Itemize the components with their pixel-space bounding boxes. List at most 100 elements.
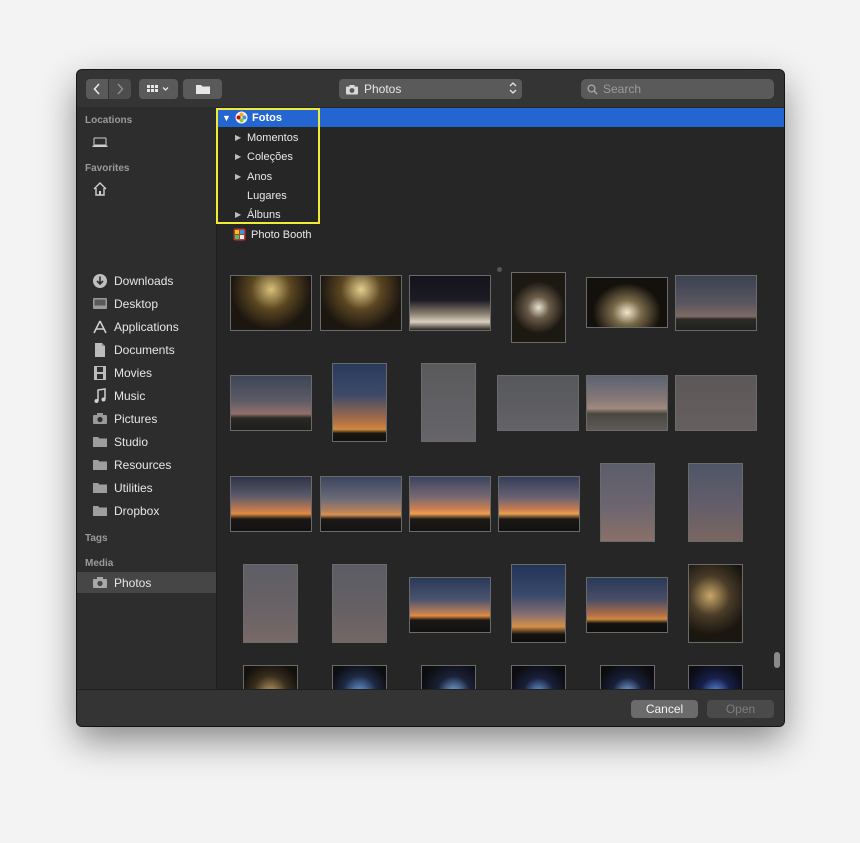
toolbar: Photos Search xyxy=(77,70,784,108)
splitter-handle[interactable] xyxy=(497,267,502,272)
tree-item-colecoes[interactable]: ▶ Coleções xyxy=(217,147,784,166)
sidebar-item-movies[interactable]: Movies xyxy=(77,362,216,383)
forward-button[interactable] xyxy=(109,79,131,99)
photo-thumbnail[interactable] xyxy=(497,375,579,431)
sidebar-item-label: Applications xyxy=(114,319,179,334)
photo-thumbnail[interactable] xyxy=(688,665,743,689)
photos-library-tree: ▼ Fotos ▶ Momentos ▶ Coleções ▶ Anos Lug… xyxy=(217,107,784,267)
photo-thumbnail[interactable] xyxy=(409,476,491,532)
tree-item-label: Fotos xyxy=(252,111,282,124)
sidebar-item-label: Resources xyxy=(114,457,172,472)
photo-thumbnail[interactable] xyxy=(320,275,402,331)
sidebar-item-photos[interactable]: Photos xyxy=(77,572,216,593)
photo-thumbnail[interactable] xyxy=(688,463,743,542)
camera-icon xyxy=(92,575,108,591)
sidebar-item-downloads[interactable]: Downloads xyxy=(77,270,216,291)
photo-thumbnail[interactable] xyxy=(586,277,668,328)
sidebar-item-desktop[interactable]: Desktop xyxy=(77,293,216,314)
photo-thumbnail[interactable] xyxy=(600,463,655,542)
photo-thumbnail[interactable] xyxy=(409,275,491,331)
search-placeholder: Search xyxy=(603,82,642,96)
disclosure-collapsed-icon[interactable]: ▶ xyxy=(235,172,241,181)
home-icon xyxy=(92,181,108,197)
photo-thumbnail[interactable] xyxy=(511,665,566,689)
view-options-button[interactable] xyxy=(139,79,178,99)
sidebar-item-label: Pictures xyxy=(114,411,158,426)
photo-thumbnail[interactable] xyxy=(320,476,402,532)
disclosure-collapsed-icon[interactable]: ▶ xyxy=(235,210,241,219)
applications-icon xyxy=(92,319,108,335)
photo-thumbnail[interactable] xyxy=(511,564,566,643)
photo-thumbnail[interactable] xyxy=(243,564,298,643)
photo-thumbnail[interactable] xyxy=(675,275,757,331)
photo-thumbnail[interactable] xyxy=(688,564,743,643)
sidebar-item-resources[interactable]: Resources xyxy=(77,454,216,475)
tree-item-momentos[interactable]: ▶ Momentos xyxy=(217,128,784,147)
photo-thumbnail[interactable] xyxy=(243,665,298,689)
sidebar-item-label: Dropbox xyxy=(114,503,160,518)
sidebar-item-label: Downloads xyxy=(114,273,174,288)
photo-thumbnail[interactable] xyxy=(332,665,387,689)
sidebar-item-pictures[interactable]: Pictures xyxy=(77,408,216,429)
sidebar-item-computer[interactable] xyxy=(77,131,216,152)
photo-thumbnail[interactable] xyxy=(230,375,312,431)
sidebar-item-studio[interactable]: Studio xyxy=(77,431,216,452)
folder-icon xyxy=(92,503,108,519)
photos-app-icon xyxy=(235,111,248,127)
folder-icon xyxy=(92,480,108,496)
section-header-locations: Locations xyxy=(85,115,133,126)
photo-thumbnail[interactable] xyxy=(332,363,387,442)
sidebar-item-label: Studio xyxy=(114,434,149,449)
location-popup[interactable]: Photos xyxy=(339,79,522,99)
photo-thumbnail[interactable] xyxy=(409,577,491,633)
sidebar-item-documents[interactable]: Documents xyxy=(77,339,216,360)
sidebar-item-dropbox[interactable]: Dropbox xyxy=(77,500,216,521)
sidebar-item-label: Movies xyxy=(114,365,153,380)
scrollbar-thumb[interactable] xyxy=(774,652,780,668)
disclosure-collapsed-icon[interactable]: ▶ xyxy=(235,152,241,161)
folder-icon xyxy=(92,457,108,473)
movies-icon xyxy=(92,365,108,381)
photo-thumbnail[interactable] xyxy=(586,375,668,431)
sidebar-item-utilities[interactable]: Utilities xyxy=(77,477,216,498)
sidebar-item-label: Utilities xyxy=(114,480,153,495)
tree-item-albuns[interactable]: ▶ Álbuns xyxy=(217,205,784,224)
downloads-icon xyxy=(92,273,108,289)
photo-thumbnail[interactable] xyxy=(675,375,757,431)
tree-item-label: Photo Booth xyxy=(251,228,312,241)
cancel-button[interactable]: Cancel xyxy=(631,700,698,718)
disclosure-collapsed-icon[interactable]: ▶ xyxy=(235,133,241,142)
sidebar-item-music[interactable]: Music xyxy=(77,385,216,406)
sidebar-item-label: Music xyxy=(114,388,146,403)
disclosure-expanded-icon: ▼ xyxy=(222,112,231,123)
photo-thumbnail[interactable] xyxy=(421,363,476,442)
section-header-media: Media xyxy=(85,558,114,569)
photo-thumbnail[interactable] xyxy=(421,665,476,689)
laptop-icon xyxy=(92,134,108,150)
music-icon xyxy=(92,387,108,404)
sidebar-item-home[interactable] xyxy=(77,178,216,199)
sidebar-item-label: Photos xyxy=(114,575,152,590)
sidebar-item-applications[interactable]: Applications xyxy=(77,316,216,337)
photo-thumbnail[interactable] xyxy=(230,476,312,532)
section-header-favorites: Favorites xyxy=(85,163,130,174)
photo-thumbnail[interactable] xyxy=(498,476,580,532)
photo-thumbnail[interactable] xyxy=(511,272,566,343)
photo-thumbnail[interactable] xyxy=(332,564,387,643)
tree-item-anos[interactable]: ▶ Anos xyxy=(217,167,784,186)
photo-thumbnail[interactable] xyxy=(586,577,668,633)
dialog-footer: Cancel Open xyxy=(77,689,784,726)
tree-item-photo-booth[interactable]: Photo Booth xyxy=(217,225,784,244)
photo-thumbnail[interactable] xyxy=(600,665,655,689)
section-header-tags: Tags xyxy=(85,533,108,544)
photo-thumbnail[interactable] xyxy=(230,275,312,331)
open-button[interactable]: Open xyxy=(707,700,774,718)
tree-item-lugares[interactable]: Lugares xyxy=(217,186,784,205)
new-folder-button[interactable] xyxy=(183,79,222,99)
tree-item-fotos[interactable]: ▼ Fotos xyxy=(217,108,784,127)
search-field[interactable]: Search xyxy=(581,79,774,99)
tree-item-label: Lugares xyxy=(247,189,287,202)
folder-icon xyxy=(92,434,108,450)
back-button[interactable] xyxy=(86,79,108,99)
grid-view-icon xyxy=(146,85,168,92)
